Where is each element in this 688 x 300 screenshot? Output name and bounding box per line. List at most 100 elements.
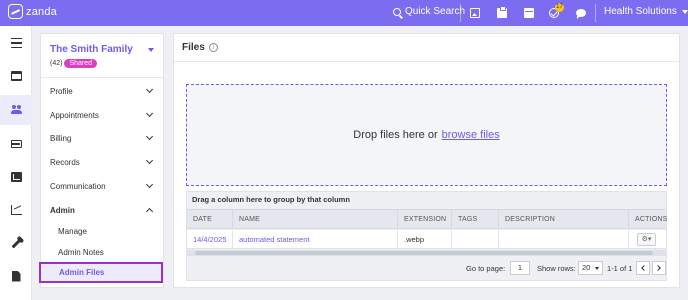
sub-item-admin-notes[interactable]: Admin Notes xyxy=(41,242,163,263)
chevron-down-icon xyxy=(145,132,154,141)
info-icon[interactable]: i xyxy=(208,43,218,52)
card-icon xyxy=(10,140,22,148)
show-rows-label: Show rows: xyxy=(537,264,576,273)
top-bar: zanda Quick Search 17 Health Solutions xyxy=(0,0,688,26)
nav-item-appointments[interactable]: Appointments xyxy=(41,103,163,127)
client-count: (42) xyxy=(50,60,63,67)
pagination: Go to page: 1 Show rows: 20 1-1 of 1 xyxy=(187,258,666,280)
cell-date[interactable]: 14/4/2025 xyxy=(187,230,233,249)
go-to-page-label: Go to page: xyxy=(466,264,506,273)
chevron-down-icon[interactable] xyxy=(148,48,154,52)
image-icon[interactable] xyxy=(470,8,480,18)
nav-item-billing[interactable]: Billing xyxy=(41,126,163,150)
browse-files-link[interactable]: browse files xyxy=(442,129,500,141)
page-range: 1-1 of 1 xyxy=(607,264,633,273)
client-name[interactable]: The Smith Family xyxy=(50,44,133,55)
sub-item-admin-files[interactable]: Admin Files xyxy=(39,262,163,283)
group-by-bar[interactable]: Drag a column here to group by that colu… xyxy=(187,192,666,208)
sub-item-label: Admin Files xyxy=(59,268,105,277)
sub-item-label: Admin Notes xyxy=(58,248,104,257)
nav-item-admin[interactable]: Admin xyxy=(41,198,163,222)
rail-calendar[interactable] xyxy=(0,61,32,91)
rail-billing[interactable] xyxy=(0,162,32,192)
logo-text: zanda xyxy=(26,5,57,18)
files-panel: Files i Drop files here or browse files … xyxy=(173,33,680,288)
column-header-name[interactable]: NAME xyxy=(233,210,398,229)
cell-extension: .webp xyxy=(398,230,452,249)
chevron-down-icon xyxy=(145,85,154,94)
table-row: 14/4/2025 automated statement .webp ⚙▾ xyxy=(187,230,666,249)
next-page-button[interactable] xyxy=(652,261,666,275)
people-icon xyxy=(10,105,22,115)
divider xyxy=(41,77,163,78)
org-name: Health Solutions xyxy=(604,6,677,17)
zanda-logo-icon xyxy=(8,4,23,19)
org-switcher[interactable]: Health Solutions xyxy=(604,6,688,17)
column-header-tags[interactable]: TAGS xyxy=(452,210,499,229)
row-actions-button[interactable]: ⚙▾ xyxy=(637,233,656,246)
rail-documents[interactable] xyxy=(0,261,32,291)
notification-count-badge: 17 xyxy=(555,3,564,12)
chevron-down-icon xyxy=(145,156,154,165)
billing-icon xyxy=(10,172,22,182)
document-icon xyxy=(11,270,21,282)
column-header-description[interactable]: DESCRIPTION xyxy=(499,210,629,229)
search-icon xyxy=(393,7,401,16)
chevron-down-icon xyxy=(145,109,154,118)
table-header: DATE NAME EXTENSION TAGS DESCRIPTION ACT… xyxy=(187,209,668,229)
rail-clients[interactable] xyxy=(0,95,32,125)
chat-icon[interactable] xyxy=(576,9,586,17)
cell-tags xyxy=(452,230,499,249)
client-meta: (42) Shared xyxy=(50,59,98,68)
quick-search-label: Quick Search xyxy=(405,6,466,17)
rail-menu[interactable] xyxy=(0,28,32,58)
scrollbar-thumb[interactable] xyxy=(195,251,653,255)
logo[interactable]: zanda xyxy=(8,4,57,19)
nav-item-communication[interactable]: Communication xyxy=(41,174,163,198)
nav-item-label: Billing xyxy=(50,133,72,143)
nav-item-label: Admin xyxy=(50,205,75,215)
divider xyxy=(460,4,461,22)
column-header-date[interactable]: DATE xyxy=(187,210,233,229)
chevron-down-icon xyxy=(145,180,154,189)
shared-badge: Shared xyxy=(64,59,98,68)
column-header-extension[interactable]: EXTENSION xyxy=(398,210,452,229)
rail-reports[interactable] xyxy=(0,195,32,225)
divider xyxy=(174,61,679,62)
file-dropzone[interactable]: Drop files here or browse files xyxy=(186,84,667,186)
nav-item-records[interactable]: Records xyxy=(41,150,163,174)
files-title: Files xyxy=(182,42,205,53)
nav-item-label: Profile xyxy=(50,86,73,96)
cell-name[interactable]: automated statement xyxy=(233,230,398,249)
rail-settings[interactable] xyxy=(0,228,32,258)
rail-card[interactable] xyxy=(0,129,32,159)
nav-item-label: Records xyxy=(50,157,80,167)
calendar-icon xyxy=(10,71,22,81)
horizontal-scrollbar[interactable] xyxy=(187,250,666,256)
dropzone-text: Drop files here or xyxy=(353,129,438,141)
page-title: Files i xyxy=(182,42,218,53)
divider xyxy=(595,4,596,22)
clipboard-icon[interactable] xyxy=(497,6,507,18)
files-table: Drag a column here to group by that colu… xyxy=(186,191,667,281)
page-number-input[interactable]: 1 xyxy=(510,261,530,275)
cell-description xyxy=(499,230,629,249)
nav-item-profile[interactable]: Profile xyxy=(41,79,163,103)
menu-icon xyxy=(10,38,22,48)
client-nav-panel: The Smith Family (42) Shared Profile App… xyxy=(39,33,164,288)
chart-icon xyxy=(10,205,22,215)
prev-page-button[interactable] xyxy=(636,261,650,275)
nav-item-label: Appointments xyxy=(50,110,99,120)
sub-item-label: Manage xyxy=(58,227,87,236)
rows-per-page-select[interactable]: 20 xyxy=(578,261,603,275)
quick-search-button[interactable]: Quick Search xyxy=(393,6,465,17)
wrench-icon xyxy=(11,238,21,248)
chevron-down-icon xyxy=(681,9,688,14)
sub-item-manage[interactable]: Manage xyxy=(41,221,163,242)
chevron-up-icon xyxy=(145,207,154,216)
icon-rail xyxy=(0,26,32,300)
column-header-actions: ACTIONS xyxy=(635,216,668,223)
calendar-icon[interactable] xyxy=(524,8,534,18)
gear-icon: ⚙▾ xyxy=(641,236,652,243)
nav-item-label: Communication xyxy=(50,181,106,191)
